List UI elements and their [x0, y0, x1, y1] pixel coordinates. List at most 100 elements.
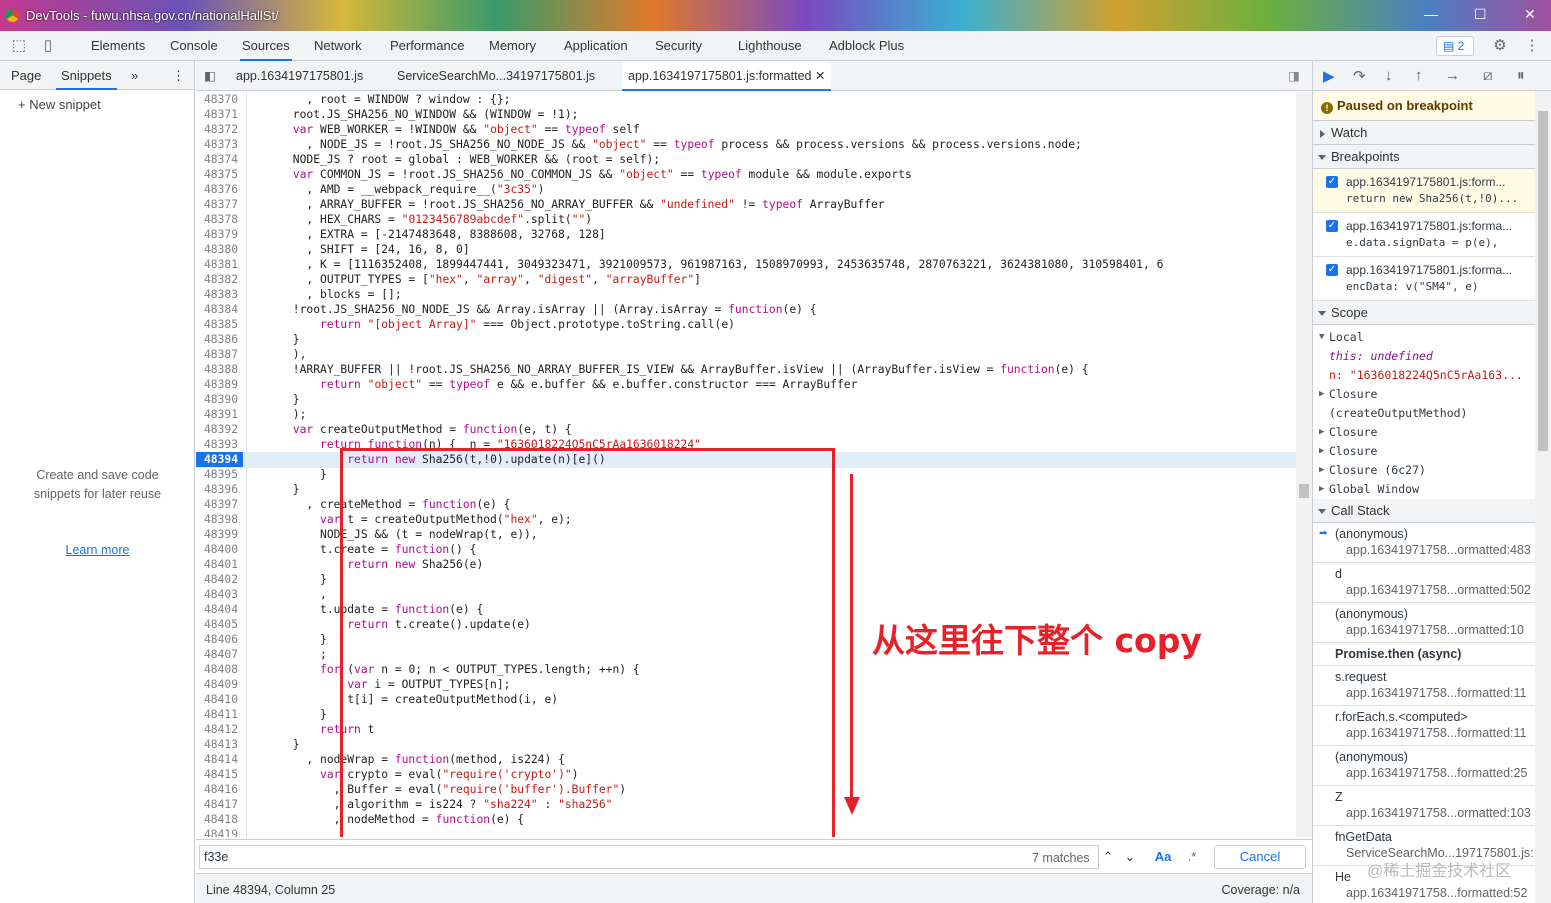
line-number[interactable]: 48395: [196, 467, 243, 482]
editor-tab-servicesearch[interactable]: ServiceSearchMo...34197175801.js: [397, 61, 595, 91]
scope-item[interactable]: this: undefined: [1313, 347, 1551, 366]
scope-item[interactable]: n: "1636018224Q5nC5rAa163...: [1313, 366, 1551, 385]
toggle-debugger-icon[interactable]: ◨: [1288, 61, 1300, 91]
tab-memory[interactable]: Memory: [487, 31, 538, 61]
tab-page[interactable]: Page: [11, 61, 41, 90]
line-number[interactable]: 48391: [196, 407, 243, 422]
step-icon[interactable]: →: [1445, 67, 1460, 84]
match-case-button[interactable]: Aa: [1152, 845, 1174, 869]
tab-snippets[interactable]: Snippets: [56, 61, 117, 90]
expand-icon[interactable]: ▼: [1319, 328, 1324, 347]
breakpoint-checkbox[interactable]: ✓: [1326, 220, 1338, 232]
line-number[interactable]: 48385: [196, 317, 243, 332]
line-number[interactable]: 48416: [196, 782, 243, 797]
tab-performance[interactable]: Performance: [388, 31, 466, 61]
line-number[interactable]: 48403: [196, 587, 243, 602]
callstack-frame[interactable]: Zapp.16341971758...ormatted:103: [1313, 786, 1551, 826]
line-number[interactable]: 48381: [196, 257, 243, 272]
expand-icon[interactable]: ▶: [1319, 385, 1324, 404]
tab-application[interactable]: Application: [562, 31, 630, 61]
line-number[interactable]: 48372: [196, 122, 243, 137]
pause-exceptions-icon[interactable]: ⏸: [1517, 67, 1525, 84]
regex-button[interactable]: .*: [1182, 845, 1202, 869]
issues-button[interactable]: ▤ 2: [1436, 36, 1474, 56]
close-tab-icon[interactable]: ✕: [815, 69, 825, 83]
callstack-frame[interactable]: s.request app.16341971758...formatted:11: [1313, 666, 1551, 706]
line-number[interactable]: 48384: [196, 302, 243, 317]
deactivate-breakpoints-icon[interactable]: ⧄: [1483, 67, 1493, 84]
line-number[interactable]: 48401: [196, 557, 243, 572]
settings-gear-icon[interactable]: ⚙: [1490, 36, 1510, 56]
line-number[interactable]: 48393: [196, 437, 243, 452]
more-tabs-icon[interactable]: »: [131, 61, 138, 90]
prev-match-button[interactable]: ⌃: [1098, 845, 1118, 869]
line-number[interactable]: 48408: [196, 662, 243, 677]
expand-icon[interactable]: ▶: [1319, 461, 1324, 480]
line-number[interactable]: 48379: [196, 227, 243, 242]
sidebar-scroll-thumb[interactable]: [1538, 111, 1548, 451]
breakpoints-section[interactable]: Breakpoints: [1313, 145, 1551, 169]
more-options-icon[interactable]: ⋮: [1522, 36, 1542, 56]
breakpoint-checkbox[interactable]: ✓: [1326, 264, 1338, 276]
line-number[interactable]: 48370: [196, 92, 243, 107]
breakpoint-item[interactable]: ✓ app.1634197175801.js:forma... e.data.sig…: [1313, 213, 1551, 257]
callstack-section[interactable]: Call Stack: [1313, 499, 1551, 523]
scope-item[interactable]: ▶ Closure: [1313, 385, 1551, 404]
scope-item[interactable]: ▶ Closure: [1313, 423, 1551, 442]
scope-section[interactable]: Scope: [1313, 301, 1551, 325]
tab-elements[interactable]: Elements: [89, 31, 147, 61]
line-number[interactable]: 48390: [196, 392, 243, 407]
line-number[interactable]: 48378: [196, 212, 243, 227]
line-number[interactable]: 48411: [196, 707, 243, 722]
callstack-frame[interactable]: (anonymous) app.16341971758...ormatted:10: [1313, 603, 1551, 643]
line-number[interactable]: 48398: [196, 512, 243, 527]
editor-tab-formatted[interactable]: app.1634197175801.js:formatted ✕: [622, 61, 832, 91]
minimize-icon[interactable]: —: [1424, 6, 1438, 22]
navigator-menu-icon[interactable]: ⋮: [172, 61, 185, 90]
tab-security[interactable]: Security: [653, 31, 704, 61]
line-number[interactable]: 48418: [196, 812, 243, 827]
tab-network[interactable]: Network: [312, 31, 364, 61]
cancel-search-button[interactable]: Cancel: [1214, 845, 1306, 869]
line-number[interactable]: 48406: [196, 632, 243, 647]
breakpoint-checkbox[interactable]: ✓: [1326, 176, 1338, 188]
search-input[interactable]: f33e: [199, 845, 1099, 869]
vertical-scrollbar[interactable]: [1296, 92, 1312, 837]
line-number[interactable]: 48383: [196, 287, 243, 302]
scope-item[interactable]: ▶ Global Window: [1313, 480, 1551, 499]
line-number[interactable]: 48407: [196, 647, 243, 662]
line-number[interactable]: 48412: [196, 722, 243, 737]
expand-icon[interactable]: ▶: [1319, 480, 1324, 499]
callstack-frame[interactable]: r.forEach.s.<computed> app.16341971758...…: [1313, 706, 1551, 746]
scope-item[interactable]: ▶ Closure: [1313, 442, 1551, 461]
line-number[interactable]: 48371: [196, 107, 243, 122]
line-number[interactable]: 48405: [196, 617, 243, 632]
line-number[interactable]: 48387: [196, 347, 243, 362]
scope-item[interactable]: ▼ Local: [1313, 328, 1551, 347]
line-number[interactable]: 48376: [196, 182, 243, 197]
line-number[interactable]: 48400: [196, 542, 243, 557]
line-number[interactable]: 48394: [196, 452, 243, 467]
step-over-icon[interactable]: ↷: [1353, 67, 1366, 85]
callstack-frame[interactable]: ➡ (anonymous) app.16341971758...ormatted:4…: [1313, 523, 1551, 563]
step-into-icon[interactable]: ↓: [1385, 67, 1393, 84]
line-number[interactable]: 48392: [196, 422, 243, 437]
line-number[interactable]: 48404: [196, 602, 243, 617]
line-number[interactable]: 48417: [196, 797, 243, 812]
close-icon[interactable]: ✕: [1524, 6, 1536, 23]
line-number[interactable]: 48374: [196, 152, 243, 167]
line-number[interactable]: 48388: [196, 362, 243, 377]
learn-more-link[interactable]: Learn more: [0, 543, 195, 557]
line-number[interactable]: 48373: [196, 137, 243, 152]
new-snippet-button[interactable]: + New snippet: [18, 97, 101, 112]
expand-icon[interactable]: ▶: [1319, 423, 1324, 442]
line-number[interactable]: 48402: [196, 572, 243, 587]
line-number[interactable]: 48396: [196, 482, 243, 497]
line-number[interactable]: 48380: [196, 242, 243, 257]
vertical-scroll-thumb[interactable]: [1299, 484, 1309, 498]
line-number[interactable]: 48419: [196, 827, 243, 837]
tab-console[interactable]: Console: [168, 31, 220, 61]
line-number[interactable]: 48413: [196, 737, 243, 752]
watch-section[interactable]: Watch: [1313, 121, 1551, 145]
line-number[interactable]: 48409: [196, 677, 243, 692]
